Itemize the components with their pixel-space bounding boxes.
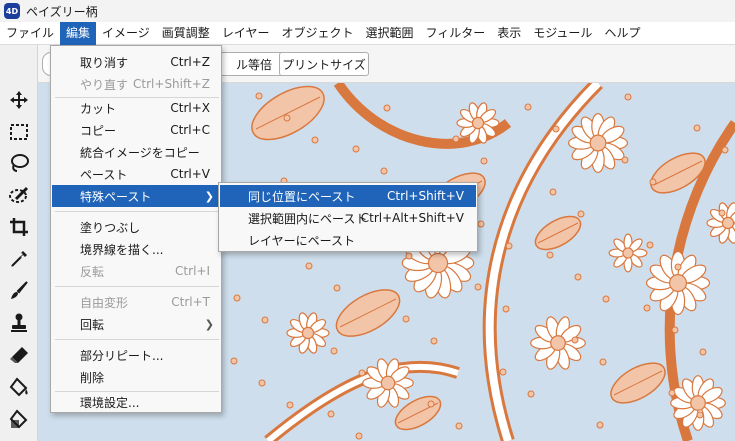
chevron-right-icon: ❯ [204,317,214,331]
menu-item-label: 環境設定... [80,395,140,410]
menu-item-shortcut: Ctrl+Shift+Z [133,77,210,91]
paint-bucket-icon[interactable] [5,373,33,401]
menu-item-label: 境界線を描く... [80,242,164,257]
menu-help[interactable]: ヘルプ [598,22,646,45]
menu-item-label: 削除 [80,370,105,385]
menu-item-copy[interactable]: コピー Ctrl+C [52,119,220,141]
menu-item-shortcut: Ctrl+I [175,264,210,278]
move-icon[interactable] [5,86,33,114]
eraser-icon[interactable] [5,341,33,369]
menu-item-shortcut: Ctrl+Shift+V [387,189,464,203]
menu-item-shortcut: Ctrl+C [170,123,210,137]
menu-layer[interactable]: レイヤー [216,22,276,45]
menu-separator [55,211,219,212]
lasso-icon[interactable] [5,149,33,177]
menu-item-fill[interactable]: 塗りつぶし [52,216,220,238]
submenu-item-paste-in-place[interactable]: 同じ位置にペースト Ctrl+Shift+V [220,185,476,207]
menu-item-label: 統合イメージをコピー [80,145,200,160]
menu-adjust[interactable]: 画質調整 [156,22,216,45]
menu-item-label: 部分リピート... [80,348,164,363]
menu-item-label: 塗りつぶし [80,220,141,235]
menu-item-label: 回転 [80,317,105,332]
menu-item-label: 選択範囲内にペースト [248,211,368,226]
menu-item-label: 自由変形 [80,295,129,310]
menu-edit[interactable]: 編集 [60,21,97,45]
menu-item-label: カット [80,101,117,116]
menu-item-shortcut: Ctrl+Z [170,55,210,69]
menu-item-undo[interactable]: 取り消す Ctrl+Z [52,51,220,73]
menu-item-label: 同じ位置にペースト [248,189,356,204]
menu-item-label: ペースト [80,167,128,182]
magic-wand-icon[interactable] [5,181,33,209]
title-bar: 4D ペイズリー柄 [0,0,735,22]
menu-item-shortcut: Ctrl+V [170,167,210,181]
menu-item-label: レイヤーにペースト [248,233,356,248]
crop-icon[interactable] [5,213,33,241]
print-size-button[interactable]: プリントサイズ [279,52,369,76]
menu-filter[interactable]: フィルター [419,22,491,45]
menu-item-shortcut: Ctrl+Alt+Shift+V [360,211,464,225]
menu-item-copy-merged[interactable]: 統合イメージをコピー [52,141,220,163]
app-logo-icon: 4D [4,3,20,19]
menu-item-rotate[interactable]: 回転 ❯ [52,313,220,335]
menu-item-shortcut: Ctrl+X [170,101,210,115]
submenu-item-paste-into-selection[interactable]: 選択範囲内にペースト Ctrl+Alt+Shift+V [220,207,476,229]
tool-palette [0,45,38,441]
menu-item-free-transform[interactable]: 自由変形 Ctrl+T [52,291,220,313]
menu-item-paste[interactable]: ペースト Ctrl+V [52,163,220,185]
menu-separator [55,339,219,340]
menu-selection[interactable]: 選択範囲 [359,22,419,45]
menu-image[interactable]: イメージ [96,22,156,45]
menu-item-preferences[interactable]: 環境設定... [52,391,220,413]
menu-item-label: 反転 [80,264,105,279]
paste-special-submenu: 同じ位置にペースト Ctrl+Shift+V 選択範囲内にペースト Ctrl+A… [218,182,478,252]
menu-item-invert[interactable]: 反転 Ctrl+I [52,260,220,282]
menu-item-label: やり直す [80,77,129,92]
eyedropper-icon[interactable] [5,245,33,273]
edit-menu-dropdown: 取り消す Ctrl+Z やり直す Ctrl+Shift+Z カット Ctrl+X… [50,45,222,413]
submenu-item-paste-to-layer[interactable]: レイヤーにペースト [220,229,476,251]
brush-icon[interactable] [5,277,33,305]
menu-item-label: 取り消す [80,55,129,70]
menu-separator [55,286,219,287]
menu-module[interactable]: モジュール [527,22,598,45]
chevron-right-icon: ❯ [204,189,214,203]
menu-view[interactable]: 表示 [491,22,527,45]
menu-file[interactable]: ファイル [0,22,60,45]
marquee-icon[interactable] [5,118,33,146]
menu-item-label: コピー [80,123,117,138]
fill-icon[interactable] [5,405,33,433]
menu-item-delete[interactable]: 削除 [52,366,220,388]
menu-item-label: 特殊ペースト [80,189,152,204]
menu-object[interactable]: オブジェクト [275,22,359,45]
menu-item-partial-repeat[interactable]: 部分リピート... [52,344,220,366]
menu-item-stroke[interactable]: 境界線を描く... [52,238,220,260]
menu-item-shortcut: Ctrl+T [171,295,210,309]
window-title: ペイズリー柄 [26,4,98,19]
menu-item-paste-special[interactable]: 特殊ペースト ❯ [52,185,220,207]
menu-item-redo[interactable]: やり直す Ctrl+Shift+Z [52,73,220,95]
stamp-icon[interactable] [5,309,33,337]
menu-bar: ファイル 編集 イメージ 画質調整 レイヤー オブジェクト 選択範囲 フィルター… [0,21,735,45]
menu-item-cut[interactable]: カット Ctrl+X [52,97,220,119]
